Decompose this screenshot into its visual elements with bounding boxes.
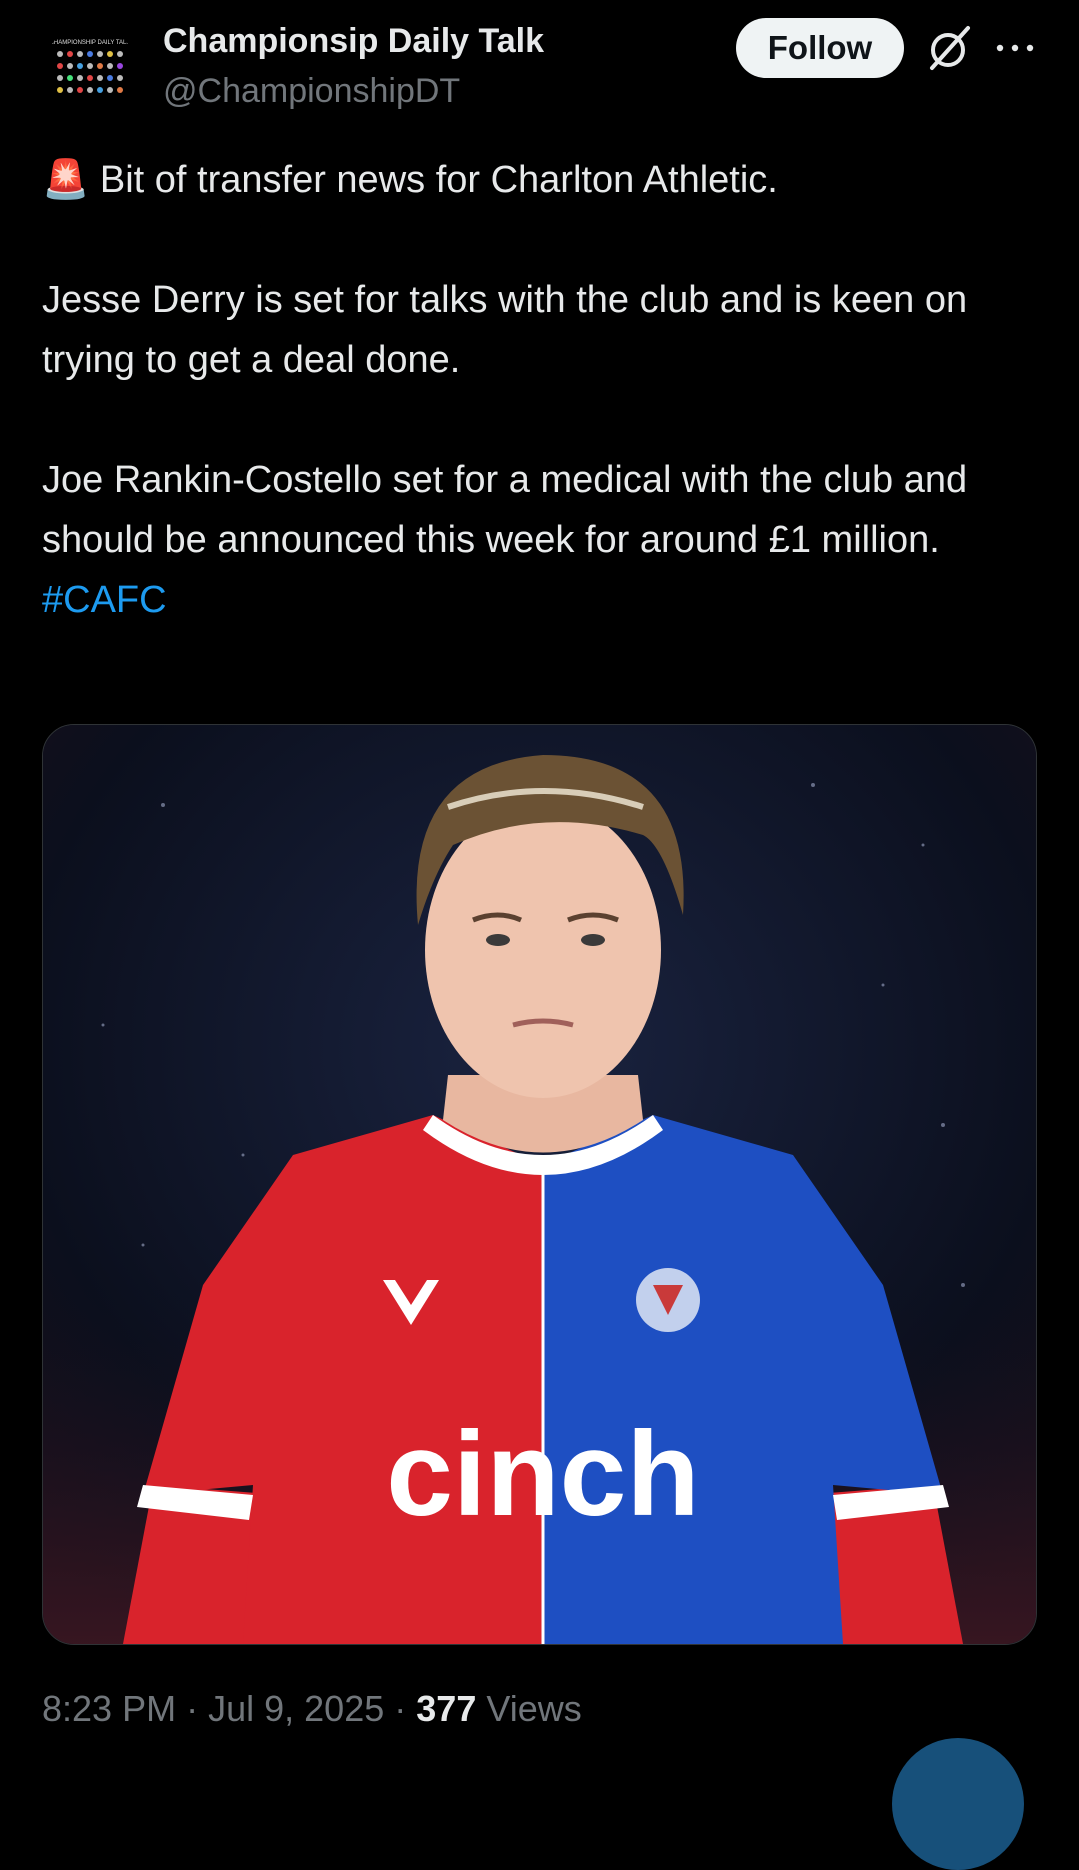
author-name[interactable]: Championsip Daily Talk (163, 22, 544, 61)
player-photo: cinch (43, 725, 1036, 1644)
avatar-logo: CHAMPIONSHIP DAILY TALK (44, 24, 136, 116)
tweet-date[interactable]: Jul 9, 2025 (208, 1688, 384, 1729)
tweet-text: 🚨 Bit of transfer news for Charlton Athl… (42, 150, 1042, 630)
tweet-meta: 8:23 PM · Jul 9, 2025 · 377 Views (42, 1688, 582, 1730)
tweet-headline: Bit of transfer news for Charlton Athlet… (99, 159, 778, 201)
views-label: Views (486, 1688, 582, 1729)
author-handle[interactable]: @ChampionshipDT (163, 72, 460, 111)
tweet-photo[interactable]: cinch (42, 724, 1037, 1645)
tweet-time[interactable]: 8:23 PM (42, 1688, 176, 1729)
compose-fab-button[interactable] (892, 1738, 1024, 1870)
hashtag-link[interactable]: #CAFC (42, 579, 167, 621)
meta-separator-2: · (394, 1688, 407, 1729)
tweet-paragraph-3: Joe Rankin-Costello set for a medical wi… (42, 459, 968, 561)
follow-button[interactable]: Follow (736, 18, 904, 78)
more-icon[interactable] (992, 24, 1038, 70)
shirt-sponsor: cinch (386, 1407, 699, 1541)
tweet-line-1: 🚨 Bit of transfer news for Charlton Athl… (42, 150, 1042, 210)
avatar[interactable]: CHAMPIONSHIP DAILY TALK (44, 24, 136, 116)
tweet-paragraph-2: Jesse Derry is set for talks with the cl… (42, 279, 968, 381)
meta-separator-1: · (186, 1688, 199, 1729)
siren-emoji: 🚨 (42, 159, 90, 201)
views-count: 377 (416, 1688, 477, 1729)
avatar-title: CHAMPIONSHIP DAILY TALK (50, 40, 131, 46)
grok-icon[interactable] (924, 22, 976, 74)
